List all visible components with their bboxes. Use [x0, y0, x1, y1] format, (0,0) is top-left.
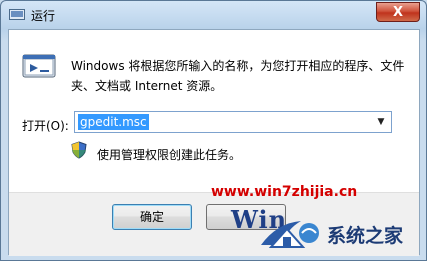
uac-shield-icon [71, 141, 87, 159]
run-app-icon [9, 7, 25, 21]
house-logo-icon [257, 215, 321, 253]
watermark-site-name: 系统之家 [327, 225, 404, 247]
dropdown-arrow-icon[interactable]: ▼ [374, 115, 388, 129]
window-title: 运行 [31, 9, 56, 23]
close-button[interactable]: X [376, 2, 420, 22]
watermark-url: www.win7zhijia.cn [211, 184, 358, 200]
command-input-value[interactable]: gpedit.msc [78, 114, 149, 130]
title-bar[interactable]: 运行 X [1, 1, 426, 29]
command-combobox[interactable]: gpedit.msc ▼ [74, 111, 392, 133]
admin-privilege-note: 使用管理权限创建此任务。 [97, 148, 242, 162]
ok-button[interactable]: 确定 [112, 204, 192, 230]
watermark-badge: 系统之家 [257, 215, 425, 253]
dialog-description: Windows 将根据您所输入的名称，为您打开相应的程序、文件夹、文档或 Int… [71, 59, 405, 93]
open-label: 打开(O): [22, 119, 69, 133]
run-program-icon [22, 54, 56, 80]
run-dialog-window: 运行 X Windows 将根据您所输入的名称，为您打开相应的程序、文件夹、文档… [0, 0, 427, 261]
